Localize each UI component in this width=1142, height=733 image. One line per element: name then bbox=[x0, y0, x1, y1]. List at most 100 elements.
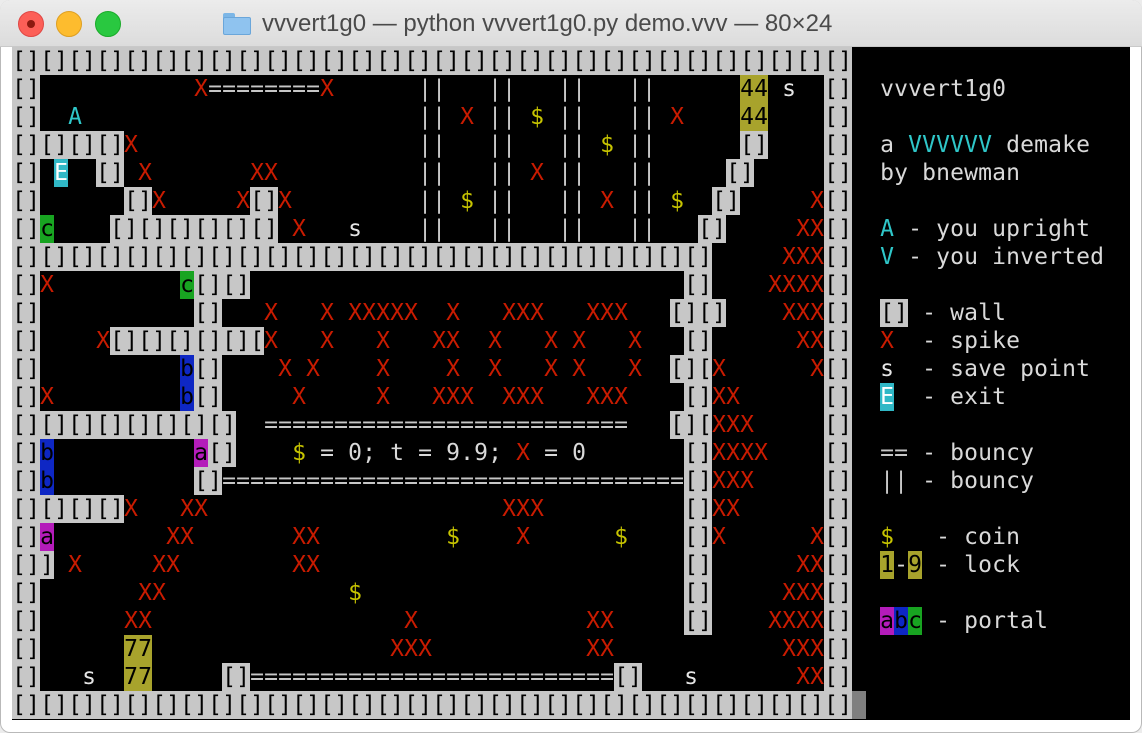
wall-cell: [ bbox=[824, 131, 838, 159]
wall-cell: [ bbox=[194, 215, 208, 243]
text-cell bbox=[334, 355, 348, 383]
text-cell bbox=[390, 215, 404, 243]
wall-cell: [ bbox=[12, 299, 26, 327]
text-cell bbox=[320, 271, 334, 299]
text-cell: p bbox=[1020, 356, 1034, 382]
spike-cell: X bbox=[726, 468, 740, 494]
wall-cell: ] bbox=[362, 691, 376, 719]
bouncy-cell: | bbox=[628, 188, 642, 214]
text-cell bbox=[1048, 327, 1062, 355]
text-cell bbox=[656, 215, 670, 243]
text-cell bbox=[348, 551, 362, 579]
bouncy-cell: = bbox=[208, 76, 222, 102]
text-cell bbox=[306, 159, 320, 187]
spike-cell: X bbox=[712, 496, 726, 522]
bouncy-cell: = bbox=[334, 468, 348, 494]
text-cell bbox=[768, 243, 782, 271]
close-icon[interactable] bbox=[18, 11, 44, 37]
text-cell bbox=[376, 523, 390, 551]
text-cell bbox=[96, 299, 110, 327]
spike-cell: X bbox=[376, 384, 390, 410]
text-cell bbox=[992, 663, 1006, 691]
text-cell: e bbox=[992, 356, 1006, 382]
wall-cell: ] bbox=[838, 691, 852, 719]
text-cell bbox=[166, 271, 180, 299]
wall-cell: ] bbox=[838, 159, 852, 187]
text-cell: - bbox=[908, 216, 922, 242]
spike-cell: X bbox=[544, 356, 558, 382]
text-cell bbox=[390, 579, 404, 607]
text-cell bbox=[656, 131, 670, 159]
text-cell bbox=[54, 439, 68, 467]
text-cell bbox=[768, 131, 782, 159]
text-cell bbox=[768, 103, 782, 131]
text-cell bbox=[852, 663, 866, 691]
text-cell bbox=[908, 159, 922, 187]
portal-cell: c bbox=[180, 271, 194, 299]
text-cell bbox=[474, 355, 488, 383]
wall-cell: [ bbox=[684, 327, 698, 355]
text-cell bbox=[558, 635, 572, 663]
text-cell bbox=[68, 327, 82, 355]
terminal-row: [][][][][][][][][][][][][][][][][][][][]… bbox=[12, 691, 1132, 719]
spike-cell: X bbox=[320, 328, 334, 354]
text-cell bbox=[446, 579, 460, 607]
wall-cell: [ bbox=[740, 131, 754, 159]
maximize-icon[interactable] bbox=[95, 11, 121, 37]
terminal-row: [] b [] = = = = = = = = = = = = = = = = = = = = = = = = = = = = = = = = =[… bbox=[12, 467, 1132, 495]
bouncy-cell: | bbox=[572, 132, 586, 158]
text-cell bbox=[1062, 691, 1076, 719]
title-bar[interactable]: vvvert1g0 — python vvvert1g0.py demo.vvv… bbox=[0, 0, 1142, 47]
text-cell bbox=[180, 467, 194, 495]
text-cell bbox=[250, 579, 264, 607]
text-cell bbox=[222, 635, 236, 663]
text-cell bbox=[474, 271, 488, 299]
text-cell bbox=[1104, 663, 1118, 691]
text-cell bbox=[894, 215, 908, 243]
text-cell bbox=[670, 635, 684, 663]
bouncy-cell: = bbox=[306, 76, 320, 102]
terminal-row: [] E [] X XX | | | | X | | | | [] [] by bnew… bbox=[12, 159, 1132, 187]
minimize-icon[interactable] bbox=[56, 11, 82, 37]
spike-cell: X bbox=[600, 384, 614, 410]
wall-cell: ] bbox=[82, 495, 96, 523]
text-cell bbox=[138, 75, 152, 103]
wall-cell: [ bbox=[404, 691, 418, 719]
text-cell bbox=[656, 635, 670, 663]
text-cell bbox=[1034, 691, 1048, 719]
text-cell bbox=[1034, 299, 1048, 327]
text-cell bbox=[166, 383, 180, 411]
spike-cell: X bbox=[502, 300, 516, 326]
text-cell: 9 bbox=[474, 440, 488, 466]
text-cell: i bbox=[992, 244, 1006, 270]
text-cell bbox=[250, 551, 264, 579]
text-cell bbox=[334, 607, 348, 635]
spike-cell: X bbox=[712, 524, 726, 550]
wall-cell: [ bbox=[460, 691, 474, 719]
terminal-screen[interactable]: [][][][][][][][][][][][][][][][][][][][]… bbox=[12, 47, 1130, 720]
wall-cell: ] bbox=[110, 243, 124, 271]
text-cell: g bbox=[1048, 216, 1062, 242]
text-cell bbox=[530, 131, 544, 159]
spike-cell: X bbox=[446, 384, 460, 410]
text-cell bbox=[964, 579, 978, 607]
text-cell bbox=[768, 187, 782, 215]
text-cell bbox=[1006, 355, 1020, 383]
text-cell: e bbox=[950, 160, 964, 186]
text-cell bbox=[166, 355, 180, 383]
text-cell bbox=[1062, 327, 1076, 355]
text-cell bbox=[684, 159, 698, 187]
exit-cell: E bbox=[880, 383, 894, 411]
text-cell bbox=[1006, 103, 1020, 131]
text-cell bbox=[642, 327, 656, 355]
wall-cell: ] bbox=[26, 75, 40, 103]
text-cell bbox=[698, 159, 712, 187]
terminal-row: [] XX X XX [] X X X X[] abc - portal bbox=[12, 607, 1132, 635]
bouncy-cell: = bbox=[446, 664, 460, 690]
wall-cell: [ bbox=[12, 75, 26, 103]
spike-cell: X bbox=[250, 160, 264, 186]
text-cell bbox=[1076, 47, 1090, 75]
text-cell bbox=[600, 579, 614, 607]
coin-cell: $ bbox=[348, 580, 362, 606]
wall-cell: ] bbox=[838, 131, 852, 159]
